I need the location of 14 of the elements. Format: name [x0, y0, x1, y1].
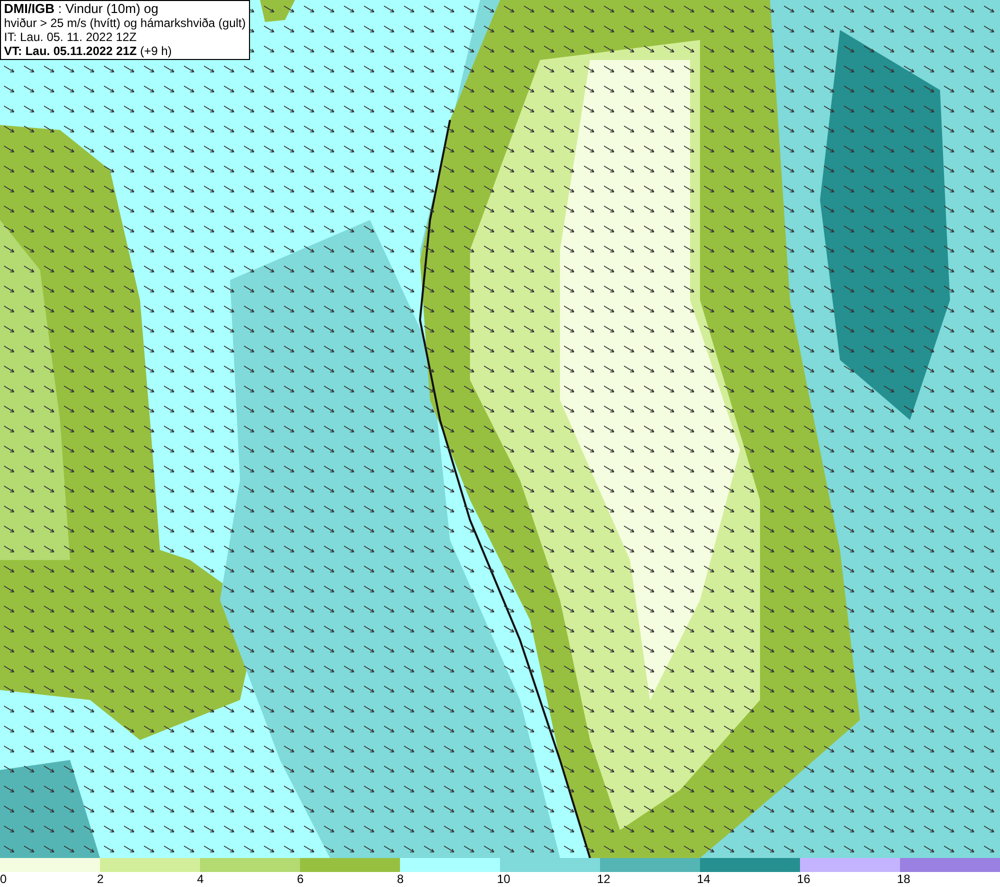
legend-label: 2	[97, 872, 104, 887]
legend-label: 10	[497, 872, 510, 887]
legend-label: 6	[297, 872, 304, 887]
legend-label: 8	[397, 872, 404, 887]
legend-label: 16	[797, 872, 810, 887]
info-text: DMI/IGB : Vindur (10m) og	[4, 2, 160, 16]
legend-label: 18	[897, 872, 910, 887]
legend-label: 4	[197, 872, 204, 887]
legend-label: 14	[697, 872, 710, 887]
info-text: IT: Lau. 05. 11. 2022 12Z	[4, 30, 138, 44]
legend-label: 0	[0, 872, 7, 887]
info-text: VT: Lau. 05.11.2022 21Z (+9 h)	[4, 44, 173, 58]
info-text: hviður > 25 m/s (hvítt) og hámarkshviða (gult)	[4, 16, 246, 30]
legend-label: 12	[597, 872, 610, 887]
